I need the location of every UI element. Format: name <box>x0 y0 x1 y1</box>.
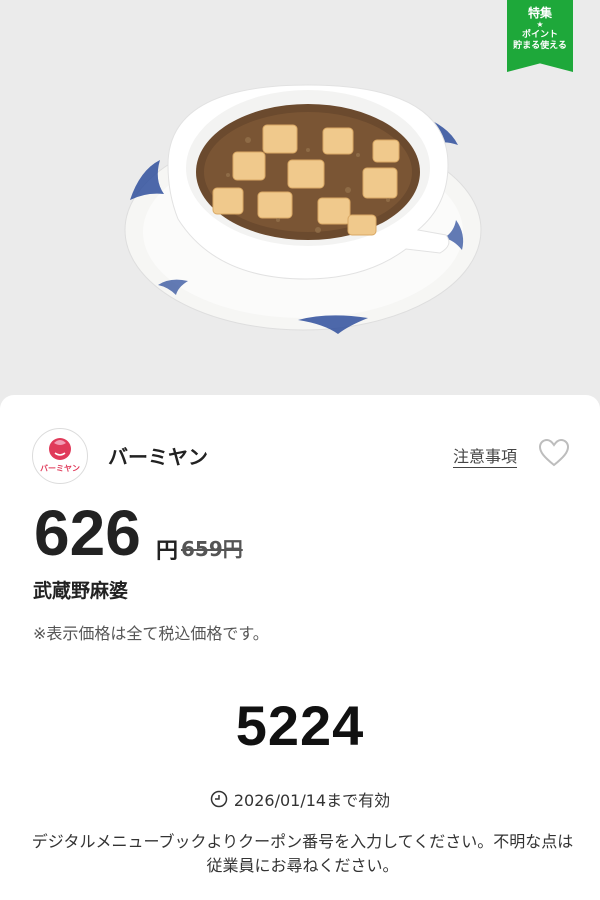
validity-text: 2026/01/14まで有効 <box>233 791 391 810</box>
store-logo: バーミヤン <box>32 428 88 484</box>
clock-icon <box>210 790 228 808</box>
badge-title: 特集 <box>527 6 552 20</box>
tax-note: ※表示価格は全て税込価格です。 <box>33 624 269 643</box>
original-price: 659円 <box>181 537 243 561</box>
validity-row: 2026/01/14まで有効 <box>0 787 600 811</box>
badge-star-icon: ★ <box>536 20 544 29</box>
coupon-card <box>0 395 600 900</box>
feature-badge: 特集 ★ ポイント 貯まる使える <box>507 0 573 72</box>
usage-instructions: デジタルメニューブックよりクーポン番号を入力してください。不明な点は従業員にお尋… <box>31 832 574 875</box>
heart-icon[interactable] <box>538 438 570 468</box>
price-unit: 円 <box>156 539 179 564</box>
badge-subtitle-line1: ポイント <box>521 30 558 40</box>
mapo-tofu-image <box>124 84 482 334</box>
store-name: バーミヤン <box>108 445 208 469</box>
current-price: 626 <box>34 497 141 569</box>
logo-text: バーミヤン <box>40 464 80 473</box>
badge-subtitle-line2: 貯まる使える <box>513 41 567 51</box>
notes-link[interactable]: 注意事項 <box>453 443 517 467</box>
peach-logo-icon: バーミヤン <box>40 438 80 473</box>
coupon-code: 5224 <box>235 694 365 757</box>
item-name: 武蔵野麻婆 <box>33 580 129 602</box>
product-image-area: 特集 ★ ポイント 貯まる使える <box>0 0 600 395</box>
